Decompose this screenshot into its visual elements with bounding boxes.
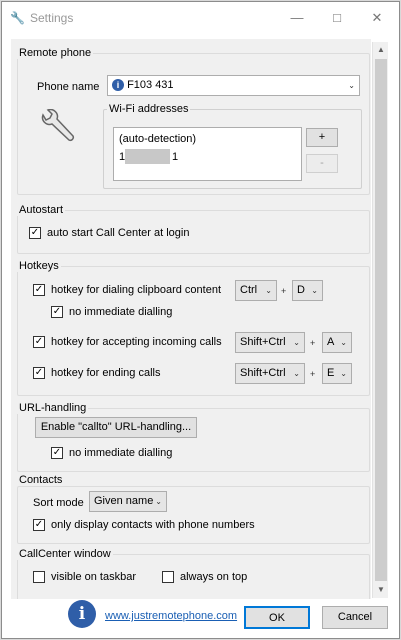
accept-modifier-select[interactable]: Shift+Ctrl ⌄ (235, 332, 305, 353)
scroll-down-icon[interactable]: ▼ (373, 582, 389, 598)
visible-taskbar-checkbox[interactable] (33, 571, 45, 583)
dial-key-select[interactable]: D ⌄ (292, 280, 323, 301)
phone-info-icon: i (112, 79, 124, 92)
dial-no-immediate-checkbox[interactable]: ✓ (51, 306, 63, 318)
contacts-group-label: Contacts (17, 474, 65, 486)
wrench-settings-icon (37, 108, 75, 143)
close-button[interactable]: ✕ (367, 8, 387, 28)
vertical-scrollbar[interactable]: ▲ ▼ (372, 42, 388, 598)
hotkeys-group-label: Hotkeys (17, 260, 61, 272)
accept-call-label: hotkey for accepting incoming calls (51, 336, 222, 348)
chevron-down-icon: ⌄ (340, 369, 347, 378)
chevron-down-icon: ⌄ (155, 497, 162, 506)
always-on-top-label: always on top (180, 571, 248, 583)
window-title: Settings (30, 11, 74, 25)
enable-callto-button[interactable]: Enable "callto" URL-handling... (35, 417, 197, 438)
accept-call-checkbox[interactable]: ✓ (33, 336, 45, 348)
chevron-down-icon: ⌄ (265, 286, 272, 295)
title-bar: 🔧 Settings — □ ✕ (2, 2, 399, 33)
dial-modifier-select[interactable]: Ctrl ⌄ (235, 280, 277, 301)
maximize-button[interactable]: □ (327, 8, 347, 28)
minimize-button[interactable]: — (287, 8, 307, 28)
wifi-address-list[interactable]: (auto-detection) 1 1 (113, 127, 302, 181)
wrench-icon: 🔧 (10, 11, 25, 25)
list-item[interactable]: (auto-detection) (119, 133, 196, 145)
chevron-down-icon: ⌄ (348, 81, 355, 90)
callcenter-window-group-label: CallCenter window (17, 548, 113, 560)
plus-sign: + (310, 369, 316, 379)
settings-scroll-area: Remote phone Phone name i F103 431 ⌄ Wi-… (11, 39, 371, 599)
url-handling-group-label: URL-handling (17, 402, 89, 414)
sort-mode-select[interactable]: Given name ⌄ (89, 491, 167, 512)
end-key-select[interactable]: E ⌄ (322, 363, 352, 384)
only-phone-contacts-label: only display contacts with phone numbers (51, 519, 255, 531)
accept-key-select[interactable]: A ⌄ (322, 332, 352, 353)
cancel-button[interactable]: Cancel (322, 606, 388, 629)
phone-name-label: Phone name (37, 81, 100, 93)
plus-sign: + (281, 286, 287, 296)
autostart-group-label: Autostart (17, 204, 66, 216)
remove-address-button[interactable]: - (306, 154, 338, 173)
chevron-down-icon: ⌄ (340, 338, 347, 347)
dial-no-immediate-label: no immediate dialling (69, 306, 173, 318)
ok-button[interactable]: OK (244, 606, 310, 629)
redacted-address (125, 149, 170, 164)
scroll-up-icon[interactable]: ▲ (373, 42, 389, 58)
only-phone-contacts-checkbox[interactable]: ✓ (33, 519, 45, 531)
autostart-label: auto start Call Center at login (47, 227, 190, 239)
settings-window: 🔧 Settings — □ ✕ Remote phone Phone name… (1, 1, 400, 639)
chevron-down-icon: ⌄ (293, 369, 300, 378)
website-link[interactable]: www.justremotephone.com (105, 610, 237, 622)
always-on-top-checkbox[interactable] (162, 571, 174, 583)
end-modifier-select[interactable]: Shift+Ctrl ⌄ (235, 363, 305, 384)
dial-clipboard-checkbox[interactable]: ✓ (33, 284, 45, 296)
sort-mode-label: Sort mode (33, 497, 84, 509)
phone-name-select[interactable]: i F103 431 ⌄ (107, 75, 360, 96)
contacts-group (17, 486, 370, 544)
plus-sign: + (310, 338, 316, 348)
end-call-checkbox[interactable]: ✓ (33, 367, 45, 379)
list-item-suffix: 1 (172, 151, 179, 163)
add-address-button[interactable]: + (306, 128, 338, 147)
scroll-thumb[interactable] (375, 59, 387, 581)
chevron-down-icon: ⌄ (311, 286, 318, 295)
autostart-checkbox[interactable]: ✓ (29, 227, 41, 239)
url-no-immediate-label: no immediate dialling (69, 447, 173, 459)
info-icon[interactable]: i (68, 600, 96, 628)
dial-clipboard-label: hotkey for dialing clipboard content (51, 284, 221, 296)
end-call-label: hotkey for ending calls (51, 367, 161, 379)
remote-phone-group-label: Remote phone (17, 47, 94, 59)
chevron-down-icon: ⌄ (293, 338, 300, 347)
phone-name-value: F103 431 (127, 79, 174, 91)
visible-taskbar-label: visible on taskbar (51, 571, 136, 583)
wifi-group-label: Wi-Fi addresses (107, 103, 191, 115)
url-no-immediate-checkbox[interactable]: ✓ (51, 447, 63, 459)
